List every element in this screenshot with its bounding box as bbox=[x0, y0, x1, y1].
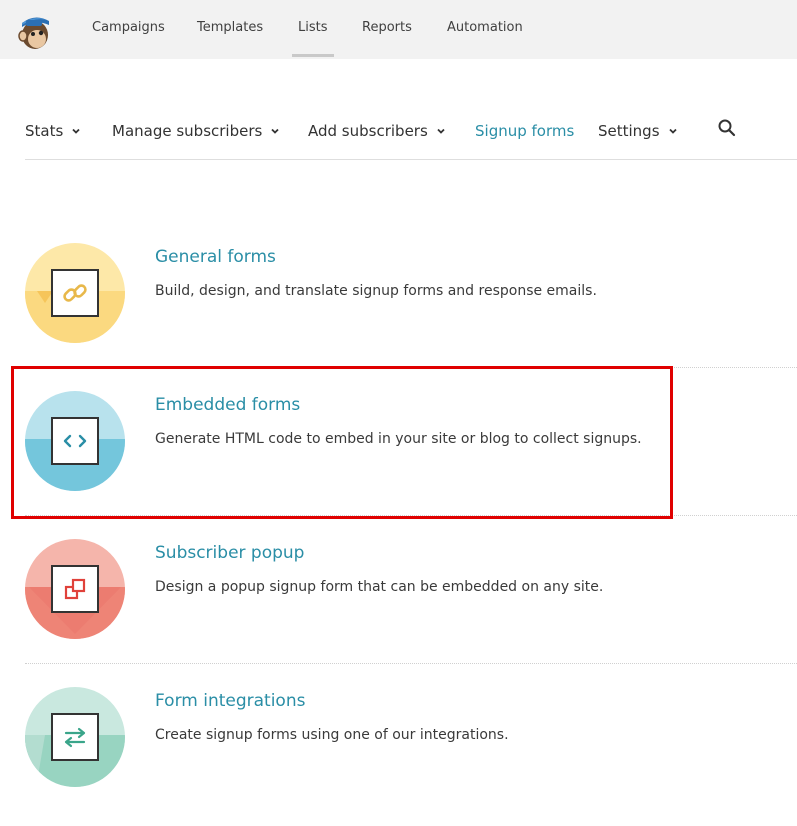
topnav-lists[interactable]: Lists bbox=[292, 20, 333, 57]
option-general-forms: General forms Build, design, and transla… bbox=[25, 243, 797, 343]
chevron-down-icon bbox=[72, 128, 80, 134]
option-description: Design a popup signup form that can be e… bbox=[155, 579, 604, 595]
option-description: Generate HTML code to embed in your site… bbox=[155, 431, 642, 447]
link-icon[interactable] bbox=[25, 243, 125, 343]
chevron-down-icon bbox=[437, 128, 445, 134]
option-title[interactable]: Form integrations bbox=[155, 691, 305, 711]
search-icon[interactable] bbox=[717, 118, 737, 138]
swap-arrows-icon[interactable] bbox=[25, 687, 125, 787]
topnav-automation[interactable]: Automation bbox=[447, 20, 523, 35]
subnav-settings[interactable]: Settings bbox=[598, 122, 678, 140]
code-icon[interactable] bbox=[25, 391, 125, 491]
option-divider bbox=[25, 515, 797, 516]
subnav-stats[interactable]: Stats bbox=[25, 122, 81, 140]
subnav-label: Settings bbox=[598, 122, 660, 140]
topnav-reports[interactable]: Reports bbox=[362, 20, 412, 35]
option-description: Create signup forms using one of our int… bbox=[155, 727, 509, 743]
top-navigation-bar: Campaigns Templates Lists Reports Automa… bbox=[0, 0, 797, 59]
option-embedded-forms: Embedded forms Generate HTML code to emb… bbox=[25, 391, 797, 491]
option-title[interactable]: Embedded forms bbox=[155, 395, 300, 415]
subnav-add-subscribers[interactable]: Add subscribers bbox=[308, 122, 446, 140]
mailchimp-logo-icon[interactable] bbox=[16, 11, 54, 51]
option-title[interactable]: General forms bbox=[155, 247, 276, 267]
option-form-integrations: Form integrations Create signup forms us… bbox=[25, 687, 797, 787]
option-title[interactable]: Subscriber popup bbox=[155, 543, 304, 563]
topnav-campaigns[interactable]: Campaigns bbox=[92, 20, 165, 35]
option-subscriber-popup: Subscriber popup Design a popup signup f… bbox=[25, 539, 797, 639]
option-description: Build, design, and translate signup form… bbox=[155, 283, 597, 299]
option-divider bbox=[25, 367, 797, 368]
subnav-label: Signup forms bbox=[475, 122, 575, 140]
subnav-label: Manage subscribers bbox=[112, 122, 263, 140]
popup-icon[interactable] bbox=[25, 539, 125, 639]
subnav-label: Add subscribers bbox=[308, 122, 428, 140]
chevron-down-icon bbox=[271, 128, 279, 134]
topnav-templates[interactable]: Templates bbox=[197, 20, 263, 35]
option-divider bbox=[25, 663, 797, 664]
subnav-manage-subscribers[interactable]: Manage subscribers bbox=[112, 122, 280, 140]
subnav-label: Stats bbox=[25, 122, 64, 140]
chevron-down-icon bbox=[668, 128, 677, 134]
subnav-divider bbox=[25, 159, 797, 160]
subnav-signup-forms[interactable]: Signup forms bbox=[475, 122, 574, 140]
